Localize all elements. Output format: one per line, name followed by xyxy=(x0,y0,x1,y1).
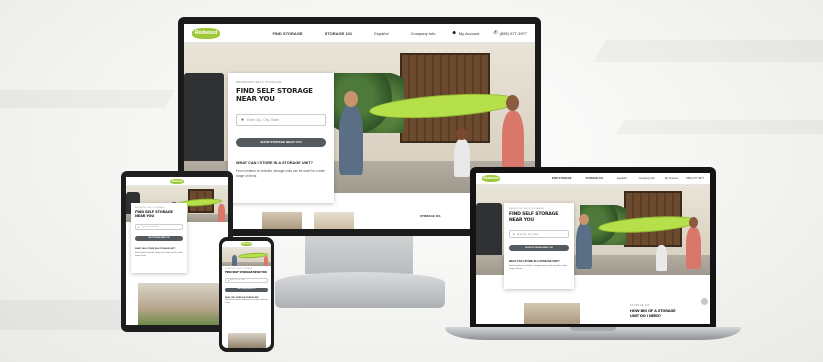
search-placeholder: Enter Zip, City, State xyxy=(247,118,280,122)
search-card: REDWOOD SELF STORAGE FIND SELF STORAGE N… xyxy=(504,203,574,289)
faq-answer: From furniture to vehicles, storage unit… xyxy=(135,252,183,257)
hero-title: FIND SELF STORAGE NEAR YOU xyxy=(236,87,313,103)
monitor-stand xyxy=(305,236,413,274)
search-placeholder: Enter Zip, City, State xyxy=(516,232,539,236)
map-pin-icon: ● xyxy=(241,117,245,123)
hero-title: FIND SELF STORAGE NEAR YOU xyxy=(225,270,267,274)
brand-logo[interactable]: Redwood xyxy=(170,178,184,184)
nav-find-storage[interactable]: FIND STORAGE xyxy=(552,177,572,180)
search-input[interactable]: ● Enter Zip, City, State xyxy=(236,114,326,126)
nav-phone[interactable]: (855) 977-3977 xyxy=(686,177,704,180)
nav-company-info[interactable]: Company Info xyxy=(639,177,655,180)
monitor-base xyxy=(275,272,445,308)
search-card: REDWOOD SELF STORAGE FIND SELF STORAGE N… xyxy=(131,203,187,273)
carousel-next-button[interactable] xyxy=(701,298,708,305)
nav-find-storage[interactable]: FIND STORAGE xyxy=(272,31,302,36)
phone: Redwood REDWOOD SELF STORAGE FIND SELF S… xyxy=(219,237,274,352)
nav-storage-101[interactable]: STORAGE 101 xyxy=(585,177,603,180)
search-input[interactable]: ● Enter Zip, City, State xyxy=(509,230,569,238)
laptop-screen: Redwood FIND STORAGE STORAGE 101 Español… xyxy=(476,173,710,324)
hero-eyebrow: REDWOOD SELF STORAGE xyxy=(236,80,282,84)
site-header: Redwood xyxy=(222,241,271,248)
background-stripe xyxy=(0,90,175,108)
search-button[interactable]: SEE STORAGE NEAR YOU xyxy=(135,236,183,242)
site-header: Redwood FIND STORAGE STORAGE 101 Español… xyxy=(476,173,710,185)
faq-answer: From furniture to vehicles, storage unit… xyxy=(225,300,268,304)
section-thumbnail xyxy=(524,303,580,324)
user-icon: ☻ xyxy=(451,30,457,36)
map-pin-icon: ● xyxy=(228,279,230,282)
nav-storage-101[interactable]: STORAGE 101 xyxy=(325,31,353,36)
nav-company-info[interactable]: Company Info xyxy=(411,31,436,36)
laptop-notch xyxy=(570,327,616,331)
phone-screen: Redwood REDWOOD SELF STORAGE FIND SELF S… xyxy=(222,241,271,348)
map-pin-icon: ● xyxy=(513,232,515,236)
search-button[interactable]: SHOW STORAGE NEAR YOU xyxy=(509,245,569,251)
search-button[interactable]: SHOW STORAGE NEAR YOU xyxy=(236,138,326,147)
section-image xyxy=(138,283,222,325)
search-card: REDWOOD SELF STORAGE FIND SELF STORAGE N… xyxy=(228,73,334,203)
search-placeholder: Enter Zip, City, State xyxy=(141,226,159,229)
search-placeholder: Enter Zip, City, State xyxy=(230,280,245,282)
laptop: Redwood FIND STORAGE STORAGE 101 Español… xyxy=(470,167,716,327)
faq-answer: From furniture to vehicles, storage unit… xyxy=(509,265,567,271)
search-input[interactable]: ● Enter Zip, City, State xyxy=(135,224,183,231)
section-heading: STORAGE 101 xyxy=(420,214,441,218)
faq-answer: From furniture to vehicles, storage unit… xyxy=(236,169,325,178)
map-pin-icon: ● xyxy=(138,225,140,229)
site-header: Redwood FIND STORAGE STORAGE 101 Español… xyxy=(184,24,535,43)
hero-title: FIND SELF STORAGE NEAR YOU xyxy=(135,210,173,219)
hero-image xyxy=(222,248,271,266)
hero-title: FIND SELF STORAGE NEAR YOU xyxy=(509,212,559,223)
background-stripe xyxy=(616,120,823,134)
nav-phone[interactable]: (855) 977-3977 xyxy=(500,31,527,36)
section-image xyxy=(228,333,266,348)
tablet: Redwood REDWOOD SELF STORAGE FIND SELF S… xyxy=(121,171,233,332)
nav-espanol[interactable]: Español xyxy=(617,177,626,180)
section-eyebrow: STORAGE 101 xyxy=(630,304,650,307)
search-button[interactable]: SEE STORAGE NEAR YOU xyxy=(225,288,268,293)
phone-icon: ✆ xyxy=(493,30,498,36)
hero-eyebrow: REDWOOD SELF STORAGE xyxy=(509,208,545,210)
faq-question: WHAT CAN I STORE IN A STORAGE UNIT? xyxy=(509,260,560,263)
brand-logo[interactable]: Redwood xyxy=(192,27,220,39)
search-card: REDWOOD SELF STORAGE FIND SELF STORAGE N… xyxy=(225,269,268,305)
background-stripe xyxy=(594,40,823,62)
nav-espanol[interactable]: Español xyxy=(374,31,388,36)
nav-my-account[interactable]: My Account xyxy=(459,31,480,36)
nav-my-account[interactable]: My Account xyxy=(665,177,678,180)
hero-eyebrow: REDWOOD SELF STORAGE xyxy=(135,207,165,209)
section-thumbnail xyxy=(314,212,354,229)
faq-question: WHAT CAN I STORE IN A STORAGE UNIT? xyxy=(135,248,176,251)
brand-logo[interactable]: Redwood xyxy=(241,242,252,246)
search-input[interactable]: ● Enter Zip, City, State xyxy=(225,278,268,284)
tablet-screen: Redwood REDWOOD SELF STORAGE FIND SELF S… xyxy=(126,177,228,325)
faq-question: WHAT CAN I STORE IN A STORAGE UNIT? xyxy=(236,161,313,165)
section-thumbnail xyxy=(262,212,302,229)
section-heading: HOW BIG OF A STORAGE UNIT DO I NEED? xyxy=(630,309,676,318)
brand-logo[interactable]: Redwood xyxy=(482,175,500,182)
site-header: Redwood xyxy=(126,177,228,186)
